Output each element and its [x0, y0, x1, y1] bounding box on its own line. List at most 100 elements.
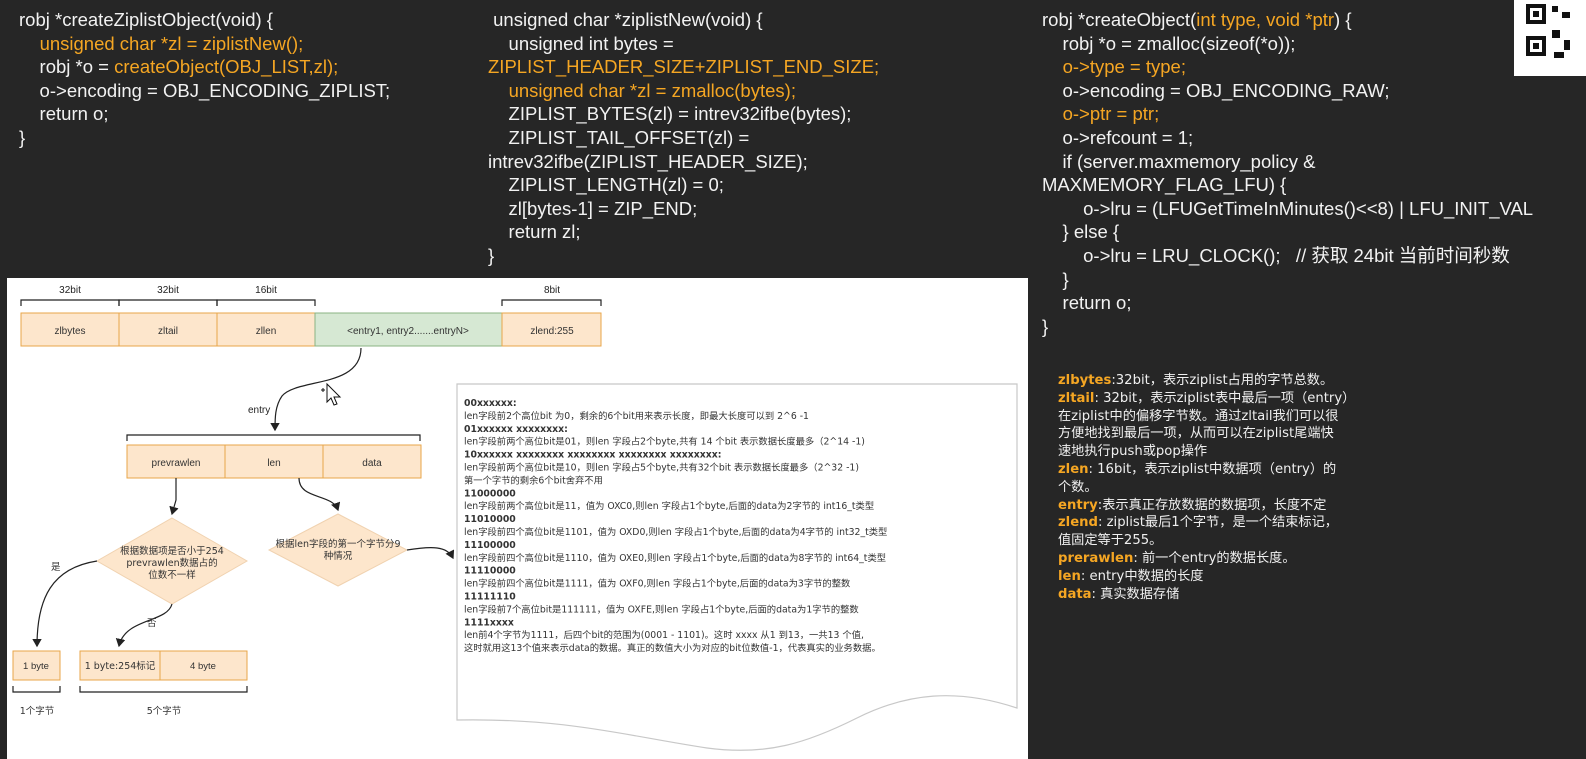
- note-row: 速地执行push或pop操作: [1058, 443, 1388, 461]
- code-text: ZIPLIST_BYTES(zl) = intrev32ifbe(bytes);: [488, 103, 852, 125]
- no-label: 否: [147, 618, 157, 629]
- note-key: zlend: [1058, 515, 1098, 531]
- note-value: :32bit，表示ziplist占用的字节总数。: [1111, 373, 1334, 388]
- len-pattern: 1111xxxx: [464, 617, 514, 628]
- len-pattern: 11000000: [464, 488, 516, 499]
- code-text: o->lru = LRU_CLOCK(); // 获取 24bit 当前时间秒数: [1042, 244, 1510, 266]
- code-line: robj *o = zmalloc(sizeof(*o));: [1042, 32, 1533, 56]
- bits-zllen: 16bit: [255, 285, 277, 296]
- note-row: zltail: 32bit，表示ziplist表中最后一项（entry）: [1058, 390, 1388, 408]
- note-key: data: [1058, 586, 1092, 602]
- len-description: len字段前2个高位bit 为0，剩余的6个bit用来表示长度，即最大长度可以到…: [464, 410, 809, 422]
- note-value: : entry中数据的长度: [1080, 568, 1204, 584]
- code-line: unsigned char *zl = ziplistNew();: [19, 32, 390, 56]
- note-value: 在ziplist中的偏移字节数。通过zltail我们可以很: [1058, 408, 1339, 424]
- entry-label-len: len: [267, 458, 280, 469]
- len-description: len字段前两个高位bit是10，则len 字段占5个byte,共有32个bit…: [464, 462, 859, 474]
- code-block-create-ziplist-object: robj *createZiplistObject(void) { unsign…: [19, 8, 390, 150]
- code-block-ziplist-new: unsigned char *ziplistNew(void) { unsign…: [488, 8, 879, 268]
- len-pattern: 00xxxxxx:: [464, 398, 517, 409]
- note-row: zlend: ziplist最后1个字节，是一个结束标记，: [1058, 514, 1388, 532]
- yes-label: 是: [51, 562, 61, 573]
- len-pattern: 11110000: [464, 566, 516, 577]
- bits-zlend: 8bit: [544, 285, 560, 296]
- code-highlight: ZIPLIST_HEADER_SIZE+ZIPLIST_END_SIZE;: [488, 56, 880, 78]
- code-line: return o;: [1042, 291, 1533, 315]
- code-highlight: createObject(OBJ_LIST,zl);: [114, 56, 339, 78]
- code-line: unsigned char *ziplistNew(void) {: [488, 8, 879, 32]
- code-line: o->encoding = OBJ_ENCODING_RAW;: [1042, 79, 1533, 103]
- note-key: len: [1058, 568, 1081, 584]
- note-row: prerawlen: 前一个entry的数据长度。: [1058, 550, 1388, 568]
- code-text: ZIPLIST_TAIL_OFFSET(zl) =: [488, 126, 750, 148]
- code-text: return zl;: [488, 221, 581, 243]
- len-description: len字段前两个高位bit是11，值为 OXC0,则len 字段占1个byte,…: [464, 500, 874, 512]
- code-text: o->encoding = OBJ_ENCODING_RAW;: [1042, 79, 1390, 101]
- qr-code-image: [1514, 0, 1586, 76]
- code-line: intrev32ifbe(ZIPLIST_HEADER_SIZE);: [488, 150, 879, 174]
- field-label-zllen: zllen: [256, 326, 277, 337]
- code-text: MAXMEMORY_FLAG_LFU) {: [1042, 174, 1287, 196]
- code-line: }: [488, 244, 879, 268]
- note-row: zlbytes:32bit，表示ziplist占用的字节总数。: [1058, 372, 1388, 390]
- field-notes: zlbytes:32bit，表示ziplist占用的字节总数。 zltail: 3…: [1058, 372, 1388, 603]
- code-text: robj *o = zmalloc(sizeof(*o));: [1042, 32, 1296, 54]
- box-254-marker-label: 1 byte:254标记: [85, 660, 156, 672]
- code-line: return zl;: [488, 220, 879, 244]
- len-pattern: 11111110: [464, 592, 516, 603]
- entry-label-prevrawlen: prevrawlen: [152, 458, 201, 469]
- note-row: 在ziplist中的偏移字节数。通过zltail我们可以很: [1058, 408, 1388, 426]
- code-highlight: unsigned char *zl = ziplistNew();: [39, 32, 304, 54]
- arrow-to-len-notes: [406, 547, 455, 560]
- len-description: len字段前四个高位bit是1110，值为 OXE0,则len 字段占1个byt…: [464, 552, 886, 564]
- field-label-zltail: zltail: [158, 326, 178, 337]
- code-line: o->encoding = OBJ_ENCODING_ZIPLIST;: [19, 79, 391, 103]
- len-description: len字段前两个高位bit是01，则len 字段占2个byte,共有 14 个b…: [464, 436, 865, 448]
- len-description: 第一个字节的剩余6个bit舍弃不用: [464, 474, 603, 486]
- arrow-to-decision2: [298, 477, 341, 512]
- note-value: 速地执行push或pop操作: [1058, 444, 1208, 460]
- decision1-line3: 位数不一样: [148, 569, 196, 581]
- bracket-5-bytes: [79, 686, 248, 693]
- code-text: ) {: [1334, 9, 1352, 30]
- note-key: prerawlen: [1058, 550, 1134, 566]
- code-text: robj *createObject(: [1042, 9, 1197, 30]
- entry-arrow: [270, 347, 362, 432]
- entry-label-data: data: [362, 458, 382, 469]
- code-line: return o;: [19, 102, 390, 126]
- code-line: unsigned int bytes =: [488, 32, 879, 56]
- entry-bracket: [126, 434, 421, 441]
- arrow-yes: [32, 560, 98, 648]
- ziplist-diagram: 32bit 32bit 16bit 8bit zlbytes zltail zl…: [7, 278, 1028, 759]
- code-text: }: [1042, 268, 1069, 290]
- code-highlight: int type, void *ptr: [1196, 9, 1335, 30]
- code-line: }: [1042, 268, 1533, 292]
- arrow-to-decision1: [169, 478, 179, 516]
- note-value: : ziplist最后1个字节，是一个结束标记，: [1097, 515, 1338, 531]
- box-1-byte-label: 1 byte: [23, 661, 49, 672]
- arrow-no: [115, 603, 173, 648]
- code-text: zl[bytes-1] = ZIP_END;: [488, 197, 698, 219]
- code-line: o->lru = LRU_CLOCK(); // 获取 24bit 当前时间秒数: [1042, 244, 1533, 268]
- code-text: return o;: [1042, 292, 1132, 314]
- note-value: : 真实数据存储: [1091, 586, 1180, 602]
- code-line: o->type = type;: [1042, 55, 1533, 79]
- note-value: : 16bit，表示ziplist中数据项（entry）的: [1088, 461, 1337, 477]
- len-pattern: 11100000: [464, 540, 516, 551]
- bits-zltail: 32bit: [157, 285, 179, 296]
- code-line: zl[bytes-1] = ZIP_END;: [488, 197, 879, 221]
- bracket-1-byte: [12, 686, 61, 693]
- note-row: 值固定等于255。: [1058, 532, 1388, 550]
- code-line: robj *createZiplistObject(void) {: [19, 8, 390, 32]
- note-value: : 前一个entry的数据长度。: [1133, 550, 1296, 566]
- note-key: zltail: [1058, 390, 1095, 406]
- decision2-line2: 种情况: [324, 550, 353, 562]
- code-highlight: unsigned char *zl = zmalloc(bytes);: [508, 79, 796, 101]
- code-line: ZIPLIST_LENGTH(zl) = 0;: [488, 173, 879, 197]
- code-text: unsigned char *ziplistNew(void) {: [488, 9, 763, 30]
- decision-len-first-byte: [267, 513, 409, 587]
- len-description: len字段前7个高位bit是111111，值为 OXFE,则len 字段占1个b…: [464, 603, 859, 615]
- code-text: o->encoding = OBJ_ENCODING_ZIPLIST;: [19, 79, 391, 101]
- note-row: 个数。: [1058, 479, 1388, 497]
